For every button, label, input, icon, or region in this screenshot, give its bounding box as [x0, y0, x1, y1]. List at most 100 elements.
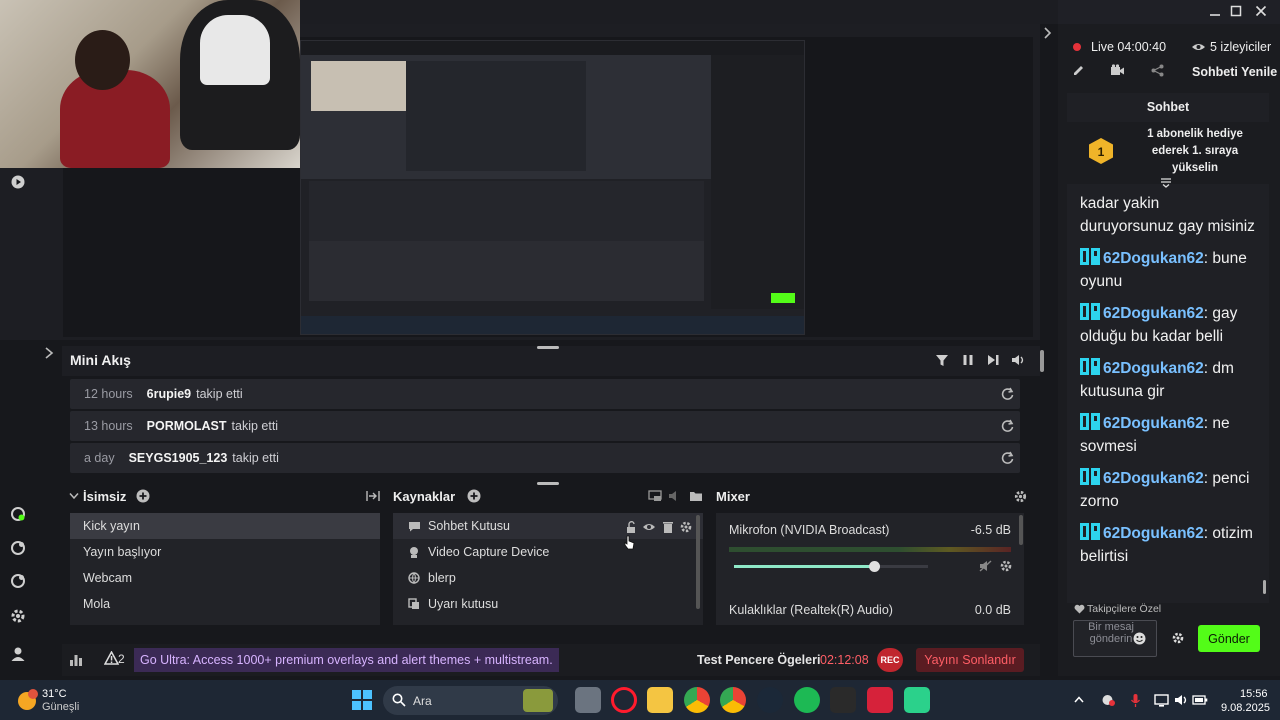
chrome-icon-2[interactable] — [720, 687, 746, 713]
network-icon[interactable] — [1153, 692, 1169, 708]
warning-icon[interactable] — [103, 650, 119, 666]
windows-start-icon[interactable] — [351, 689, 373, 711]
mute-icon[interactable] — [978, 559, 992, 573]
steam-icon[interactable] — [757, 687, 783, 713]
audio-source-icon[interactable] — [667, 488, 683, 504]
scene-item-starting[interactable]: Yayın başlıyor — [70, 539, 380, 565]
chevron-right-icon[interactable] — [1040, 26, 1054, 40]
sources-scrollbar[interactable] — [696, 515, 700, 609]
followers-only-label: Takipçilere Özel — [1087, 603, 1162, 615]
add-source-icon[interactable] — [466, 488, 482, 504]
add-scene-icon[interactable] — [135, 488, 151, 504]
emoji-icon[interactable] — [1132, 631, 1146, 645]
minimize-icon[interactable] — [1205, 1, 1225, 21]
replay-icon[interactable] — [999, 385, 1015, 401]
pause-icon[interactable] — [960, 352, 976, 368]
weather-desc: Güneşli — [42, 701, 80, 713]
source-item-blerp[interactable]: blerp — [393, 565, 703, 591]
source-settings-icon[interactable] — [679, 520, 693, 534]
edit-pencil-icon[interactable] — [1070, 62, 1086, 78]
play-icon[interactable] — [7, 171, 29, 193]
replay-icon[interactable] — [999, 417, 1015, 433]
scene-item-kick[interactable]: Kick yayın — [70, 513, 380, 539]
expand-pinned-icon[interactable] — [1160, 177, 1172, 189]
test-widgets-label[interactable]: Test Pencere Ögeleri — [697, 653, 820, 667]
volume-slider-knob[interactable] — [869, 561, 880, 572]
file-explorer-icon[interactable] — [647, 687, 673, 713]
replay-icon[interactable] — [999, 449, 1015, 465]
resize-handle[interactable] — [537, 482, 559, 485]
expand-chevron-icon[interactable] — [38, 342, 60, 364]
app-red-icon[interactable] — [867, 687, 893, 713]
streamlabs-icon[interactable] — [904, 687, 930, 713]
stats-chart-icon[interactable] — [68, 651, 84, 667]
kick-badge-icon — [1080, 523, 1100, 540]
maximize-icon[interactable] — [1226, 1, 1246, 21]
feed-row: 12 hours 6rupie9 takip etti — [70, 379, 1020, 409]
volume-icon[interactable] — [1010, 352, 1026, 368]
chat-scrollbar[interactable] — [1263, 580, 1266, 594]
app-link-icon-3[interactable] — [7, 570, 29, 592]
feed-row: 13 hours PORMOLAST takip etti — [70, 411, 1020, 441]
go-ultra-banner[interactable]: Go Ultra: Access 1000+ premium overlays … — [134, 648, 559, 672]
mixer-scrollbar[interactable] — [1019, 515, 1023, 545]
channel-settings-icon[interactable] — [999, 559, 1013, 573]
window-source-icon[interactable] — [647, 488, 663, 504]
resize-handle[interactable] — [537, 346, 559, 349]
sources-list: Sohbet Kutusu Video Capture Device blerp… — [393, 513, 703, 625]
opera-gx-icon[interactable] — [611, 687, 637, 713]
epic-games-icon[interactable] — [830, 687, 856, 713]
live-timer: Live 04:00:40 — [1091, 40, 1167, 54]
viewer-count: 5 izleyiciler — [1210, 40, 1272, 54]
source-item-alert-box[interactable]: Uyarı kutusu — [393, 591, 703, 617]
mixer-title: Mixer — [716, 489, 750, 504]
alert-count: 2 — [118, 652, 125, 666]
send-button[interactable]: Gönder — [1198, 625, 1260, 652]
rec-button[interactable]: REC — [877, 648, 903, 672]
app-link-icon[interactable] — [7, 503, 29, 525]
chevron-down-icon[interactable] — [68, 490, 80, 502]
chat-settings-icon[interactable] — [1171, 631, 1185, 645]
unlock-icon[interactable] — [624, 520, 638, 534]
settings-gear-icon[interactable] — [7, 605, 29, 627]
source-item-video-capture[interactable]: Video Capture Device — [393, 539, 703, 565]
app-link-icon-2[interactable] — [7, 537, 29, 559]
feed-scrollbar[interactable] — [1040, 350, 1044, 372]
taskbar-search[interactable]: Ara — [383, 686, 558, 715]
speaker-icon[interactable] — [1173, 692, 1189, 708]
tray-chevron-up-icon[interactable] — [1072, 692, 1086, 706]
end-stream-button[interactable]: Yayını Sonlandır — [916, 648, 1024, 672]
chrome-icon[interactable] — [684, 687, 710, 713]
tray-app-icon[interactable] — [1099, 692, 1115, 708]
task-view-icon[interactable] — [575, 687, 601, 713]
close-icon[interactable] — [1251, 1, 1271, 21]
user-profile-icon[interactable] — [7, 643, 29, 665]
scene-item-webcam[interactable]: Webcam — [70, 565, 380, 591]
webcam-feed — [0, 0, 300, 168]
windows-taskbar — [0, 680, 1280, 720]
chat-message: 62Dogukan62: dm kutusuna gir — [1080, 358, 1234, 400]
weather-sun-icon[interactable] — [14, 687, 40, 713]
scene-item-break[interactable]: Mola — [70, 591, 380, 617]
add-folder-icon[interactable] — [688, 488, 704, 504]
kick-badge-icon — [1080, 413, 1100, 430]
visibility-eye-icon[interactable] — [642, 520, 656, 534]
microphone-icon[interactable] — [1127, 692, 1143, 708]
share-icon[interactable] — [1149, 62, 1165, 78]
clock-time: 15:56 — [1240, 688, 1268, 700]
skip-icon[interactable] — [985, 352, 1001, 368]
chat-message-input[interactable]: Bir mesaj gönderin — [1073, 620, 1157, 657]
video-camera-icon[interactable] — [1109, 62, 1125, 78]
source-item-chatbox[interactable]: Sohbet Kutusu — [393, 513, 703, 539]
chat-message: 62Dogukan62: ne sovmesi — [1080, 413, 1230, 455]
chat-bubble-icon — [406, 521, 422, 532]
refresh-chat-button[interactable]: Sohbeti Yenile — [1192, 65, 1277, 79]
mixer-settings-icon[interactable] — [1012, 488, 1028, 504]
chat-message: 62Dogukan62: bune oyunu — [1080, 248, 1247, 290]
trash-icon[interactable] — [661, 520, 675, 534]
battery-icon[interactable] — [1192, 692, 1208, 708]
collapse-panel-icon[interactable] — [365, 488, 381, 504]
spotify-icon[interactable] — [794, 687, 820, 713]
filter-icon[interactable] — [934, 352, 950, 368]
weather-temp: 31°C — [42, 688, 67, 700]
